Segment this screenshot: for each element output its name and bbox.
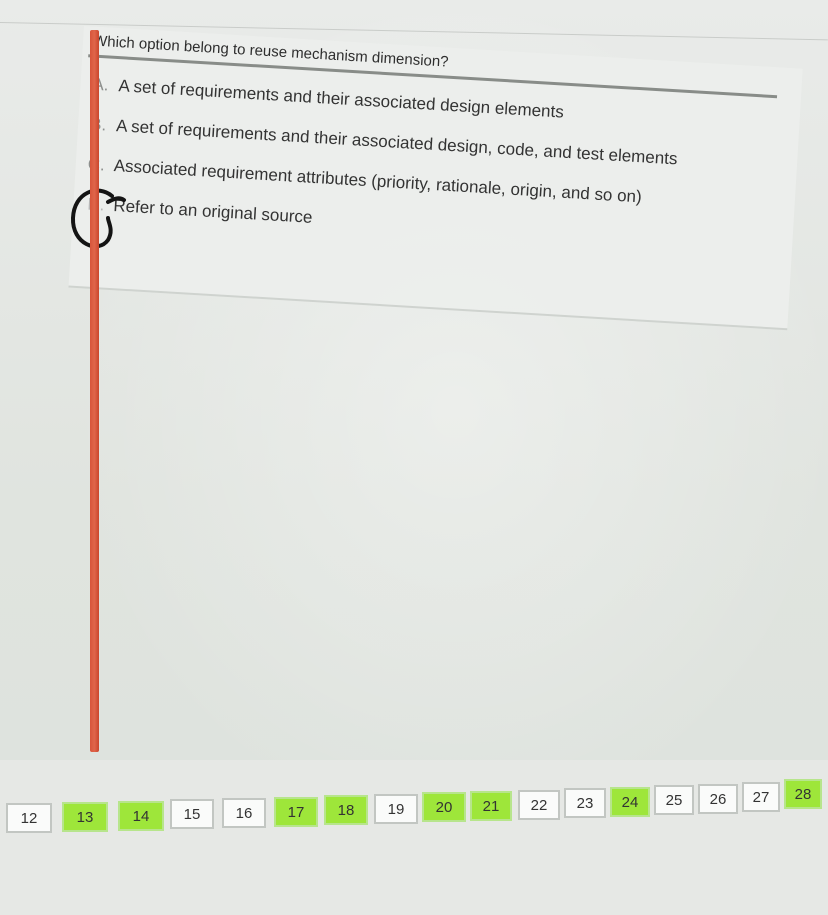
nav-question-14[interactable]: 14 [118, 801, 164, 831]
nav-question-22[interactable]: 22 [518, 790, 560, 820]
question-accent-bar [90, 30, 99, 752]
nav-question-23[interactable]: 23 [564, 788, 606, 818]
nav-question-16[interactable]: 16 [222, 798, 266, 828]
question-navigator: 12 13 14 15 16 17 18 19 20 21 22 23 24 2… [0, 767, 828, 837]
question-panel: Which option belong to reuse mechanism d… [68, 26, 813, 339]
nav-question-28[interactable]: 28 [784, 779, 822, 809]
nav-question-27[interactable]: 27 [742, 782, 780, 812]
nav-question-12[interactable]: 12 [6, 803, 52, 833]
nav-question-26[interactable]: 26 [698, 784, 738, 814]
nav-question-13[interactable]: 13 [62, 802, 108, 832]
nav-question-20[interactable]: 20 [422, 792, 466, 822]
nav-question-18[interactable]: 18 [324, 795, 368, 825]
nav-question-25[interactable]: 25 [654, 785, 694, 815]
nav-question-24[interactable]: 24 [610, 787, 650, 817]
nav-question-19[interactable]: 19 [374, 794, 418, 824]
nav-question-17[interactable]: 17 [274, 797, 318, 827]
nav-question-21[interactable]: 21 [470, 791, 512, 821]
nav-question-15[interactable]: 15 [170, 799, 214, 829]
